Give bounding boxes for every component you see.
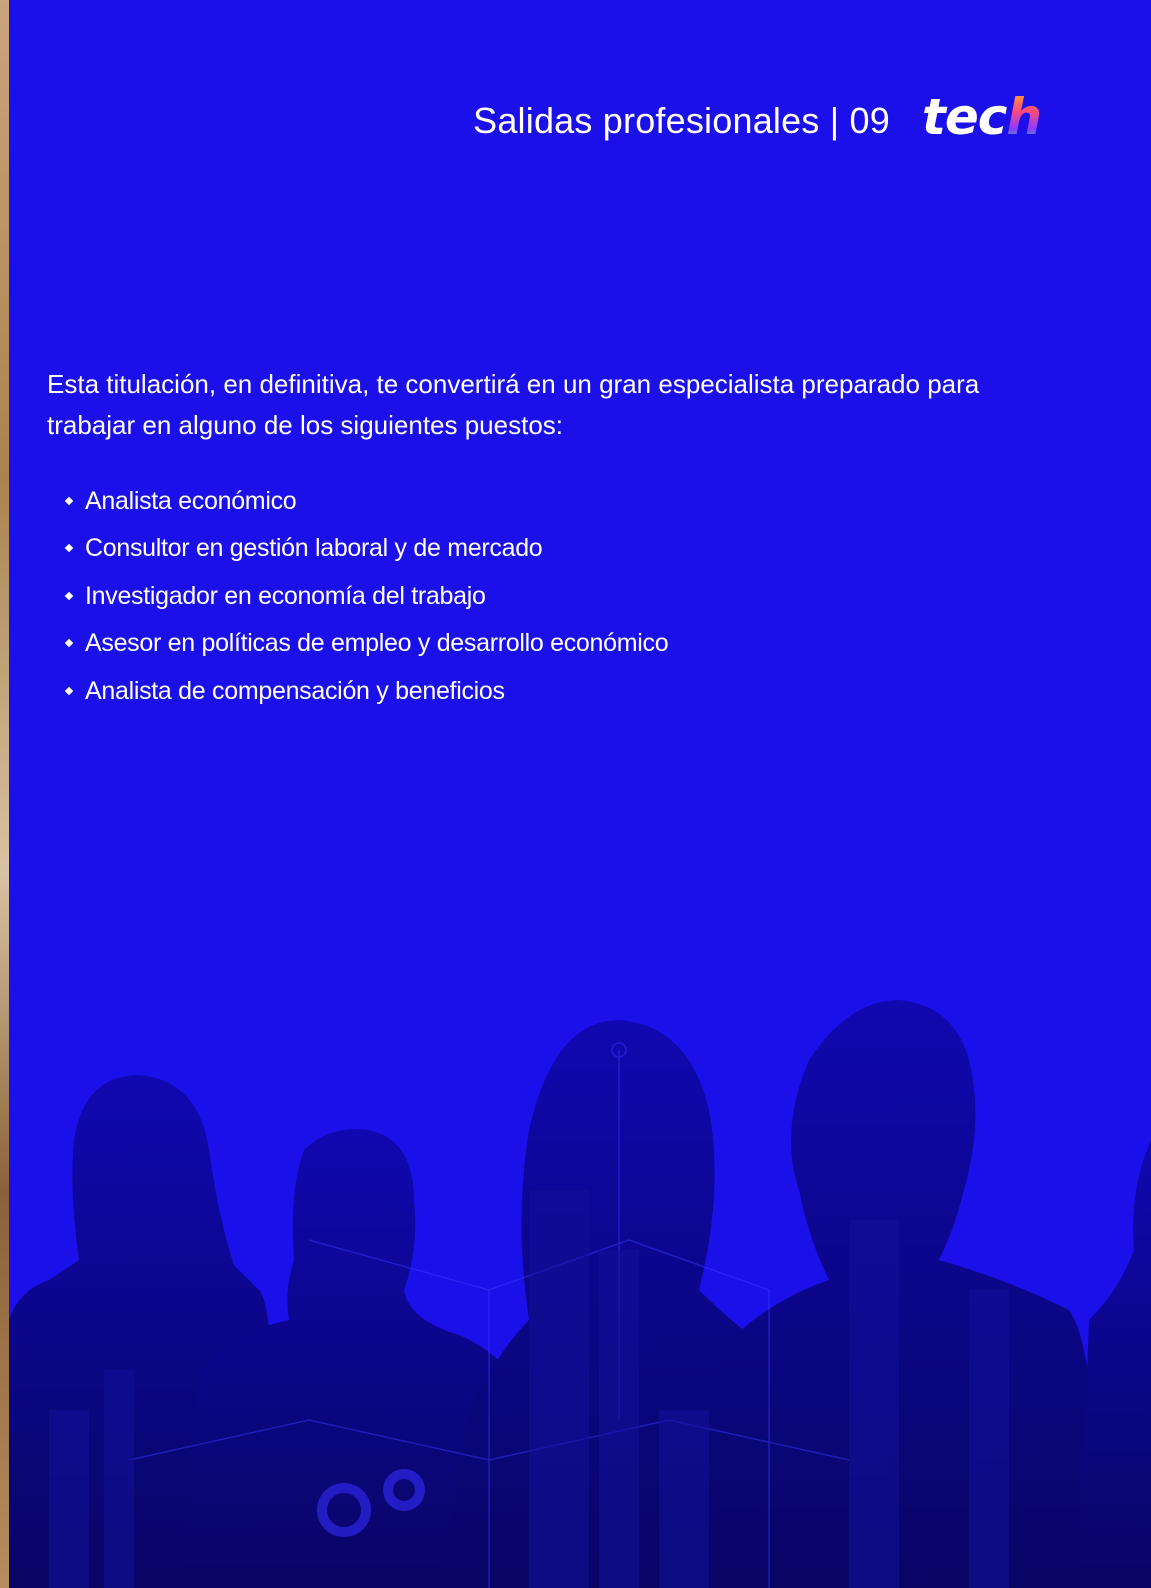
job-list-item: Analista de compensación y beneficios xyxy=(47,668,668,715)
people-city-silhouettes-illustration xyxy=(9,1000,1151,1588)
page-header: Salidas profesionales | 09 tech xyxy=(473,92,1042,146)
logo-text: tec xyxy=(921,88,1007,146)
job-title: Consultor en gestión laboral y de mercad… xyxy=(85,534,543,563)
background-photo-strip xyxy=(0,0,9,1588)
job-list-item: Analista económico xyxy=(47,478,668,525)
diamond-bullet-icon xyxy=(64,496,74,506)
person-silhouette xyxy=(709,1000,1099,1588)
section-title: Salidas profesionales | 09 xyxy=(473,100,890,141)
person-silhouette xyxy=(1079,1140,1151,1588)
diamond-bullet-icon xyxy=(64,686,74,695)
brochure-page: Salidas profesionales | 09 tech Esta tit… xyxy=(0,0,1151,1588)
diamond-bullet-icon xyxy=(64,638,74,648)
job-list-item: Investigador en economía del trabajo xyxy=(47,573,668,620)
diamond-bullet-icon xyxy=(64,544,74,553)
intro-paragraph: Esta titulación, en definitiva, te conve… xyxy=(47,369,980,440)
diamond-bullet-icon xyxy=(64,591,74,601)
tech-logo: tech xyxy=(922,92,1042,142)
job-title: Analista económico xyxy=(85,487,297,515)
logo-accent-letter: h xyxy=(1006,88,1042,146)
job-title: Analista de compensación y beneficios xyxy=(85,676,505,705)
job-list-item: Consultor en gestión laboral y de mercad… xyxy=(47,525,668,572)
job-list: Analista económico Consultor en gestión … xyxy=(47,478,669,715)
job-title: Investigador en economía del trabajo xyxy=(85,581,486,610)
content-panel: Salidas profesionales | 09 tech Esta tit… xyxy=(9,0,1151,1588)
job-list-item: Asesor en políticas de empleo y desarrol… xyxy=(47,620,669,667)
job-title: Asesor en políticas de empleo y desarrol… xyxy=(85,629,669,658)
